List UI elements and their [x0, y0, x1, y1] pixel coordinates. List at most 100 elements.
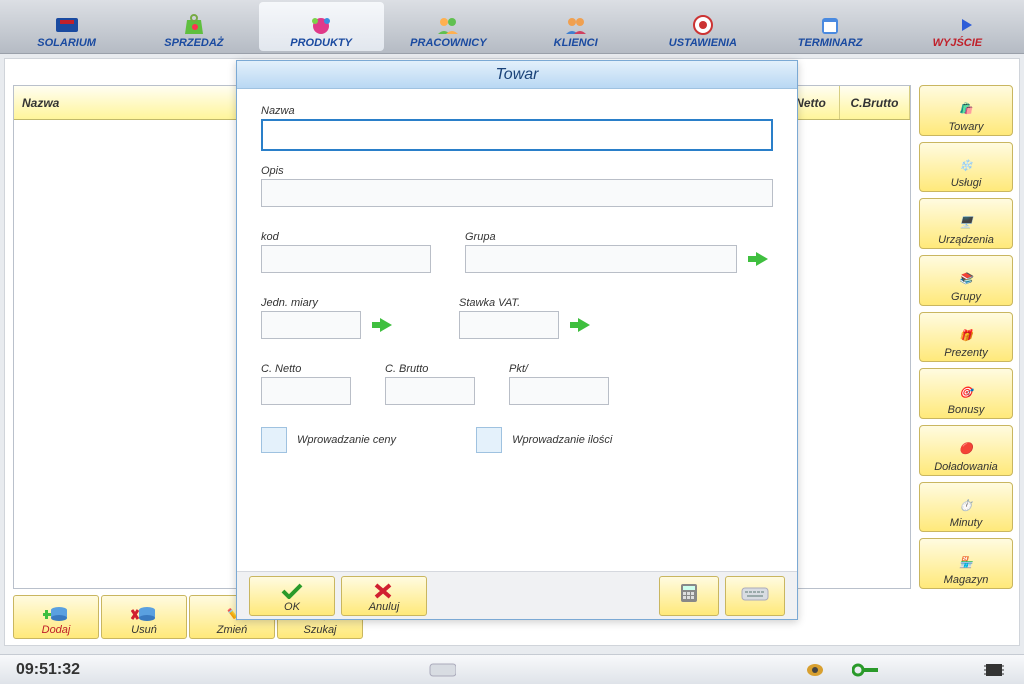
keyboard-icon [740, 584, 770, 607]
settings-icon [688, 13, 718, 37]
towar-dialog: Towar Nazwa Opis kod Grupa Jedn. miary [236, 60, 798, 620]
nav-label: SPRZEDAŻ [164, 37, 223, 49]
products-icon [306, 13, 336, 37]
cross-icon [373, 583, 395, 601]
dialog-body: Nazwa Opis kod Grupa Jedn. miary [237, 89, 797, 453]
th-cbrutto[interactable]: C.Brutto [840, 86, 910, 119]
nav-sprzedaz[interactable]: SPRZEDAŻ [131, 2, 256, 51]
btn-label: Szukaj [303, 624, 336, 636]
jedn-label: Jedn. miary [261, 297, 401, 309]
ilosc-check-label: Wprowadzanie ilości [512, 434, 612, 446]
top-nav: SOLARIUM SPRZEDAŻ PRODUKTY PRACOWNICY KL… [0, 0, 1024, 54]
exit-arrow-icon [942, 13, 972, 37]
nav-label: KLIENCI [554, 37, 598, 49]
dodaj-button[interactable]: Dodaj [13, 595, 99, 639]
clock: 09:51:32 [16, 661, 80, 679]
calculator-icon [677, 582, 701, 609]
keyboard-button[interactable] [725, 576, 785, 616]
nav-label: PRODUKTY [290, 37, 352, 49]
side-urzadzenia[interactable]: 🖥️Urządzenia [919, 198, 1013, 249]
cena-checkbox[interactable] [261, 427, 287, 453]
nav-label: PRACOWNICY [410, 37, 486, 49]
nav-solarium[interactable]: SOLARIUM [4, 2, 129, 51]
side-label: Magazyn [944, 574, 989, 586]
goods-icon: 🛍️ [952, 97, 980, 121]
solarium-icon [52, 13, 82, 37]
side-label: Towary [948, 121, 983, 133]
pkt-label: Pkt/ [509, 363, 609, 375]
warehouse-icon: 🏪 [952, 550, 980, 574]
device-status-icon [804, 660, 832, 680]
nav-label: SOLARIUM [37, 37, 96, 49]
cnetto-field[interactable] [261, 377, 351, 405]
vat-picker-button[interactable] [565, 312, 595, 338]
btn-label: Dodaj [42, 624, 71, 636]
nazwa-field[interactable] [261, 119, 773, 151]
calculator-button[interactable] [659, 576, 719, 616]
nazwa-label: Nazwa [261, 105, 773, 117]
nav-label: TERMINARZ [798, 37, 863, 49]
side-label: Minuty [950, 517, 982, 529]
chip-icon [980, 660, 1008, 680]
vat-label: Stawka VAT. [459, 297, 629, 309]
key-icon [852, 660, 880, 680]
nav-klienci[interactable]: KLIENCI [513, 2, 638, 51]
jedn-field[interactable] [261, 311, 361, 339]
side-uslugi[interactable]: ❄️Usługi [919, 142, 1013, 193]
grupa-field[interactable] [465, 245, 737, 273]
side-label: Prezenty [944, 347, 987, 359]
side-label: Bonusy [948, 404, 985, 416]
nav-label: WYJŚCIE [933, 37, 983, 49]
nav-pracownicy[interactable]: PRACOWNICY [386, 2, 511, 51]
status-bar: 09:51:32 [0, 654, 1024, 684]
pkt-field[interactable] [509, 377, 609, 405]
side-bonusy[interactable]: 🎯Bonusy [919, 368, 1013, 419]
side-label: Urządzenia [938, 234, 994, 246]
add-db-icon [43, 604, 69, 624]
clients-icon [561, 13, 591, 37]
anuluj-button[interactable]: Anuluj [341, 576, 427, 616]
side-label: Usługi [951, 177, 982, 189]
btn-label: Zmień [217, 624, 248, 636]
kod-label: kod [261, 231, 431, 243]
calendar-icon [815, 13, 845, 37]
cnetto-label: C. Netto [261, 363, 351, 375]
minutes-icon: ⏱️ [952, 493, 980, 517]
grupa-label: Grupa [465, 231, 773, 243]
nav-wyjscie[interactable]: WYJŚCIE [895, 2, 1020, 51]
opis-field[interactable] [261, 179, 773, 207]
employees-icon [433, 13, 463, 37]
ok-button[interactable]: OK [249, 576, 335, 616]
jedn-picker-button[interactable] [367, 312, 397, 338]
side-magazyn[interactable]: 🏪Magazyn [919, 538, 1013, 589]
side-minuty[interactable]: ⏱️Minuty [919, 482, 1013, 533]
btn-label: Usuń [131, 624, 157, 636]
usun-button[interactable]: Usuń [101, 595, 187, 639]
kod-field[interactable] [261, 245, 431, 273]
devices-icon: 🖥️ [952, 210, 980, 234]
ilosc-checkbox[interactable] [476, 427, 502, 453]
bag-icon [179, 13, 209, 37]
nav-terminarz[interactable]: TERMINARZ [768, 2, 893, 51]
cbrutto-field[interactable] [385, 377, 475, 405]
nav-produkty[interactable]: PRODUKTY [259, 2, 384, 51]
nav-label: USTAWIENIA [669, 37, 737, 49]
side-grupy[interactable]: 📚Grupy [919, 255, 1013, 306]
grupa-picker-button[interactable] [743, 246, 773, 272]
side-label: Grupy [951, 291, 981, 303]
dialog-footer: OK Anuluj [237, 571, 797, 619]
keyboard-icon[interactable] [428, 660, 456, 680]
side-towary[interactable]: 🛍️Towary [919, 85, 1013, 136]
dialog-title: Towar [237, 61, 797, 89]
groups-icon: 📚 [952, 267, 980, 291]
opis-label: Opis [261, 165, 773, 177]
check-icon [281, 583, 303, 601]
side-doladowania[interactable]: 🔴Doładowania [919, 425, 1013, 476]
side-prezenty[interactable]: 🎁Prezenty [919, 312, 1013, 363]
btn-label: Anuluj [369, 601, 400, 613]
bonus-icon: 🎯 [952, 380, 980, 404]
vat-field[interactable] [459, 311, 559, 339]
right-sidebar: 🛍️Towary ❄️Usługi 🖥️Urządzenia 📚Grupy 🎁P… [919, 85, 1013, 589]
nav-ustawienia[interactable]: USTAWIENIA [640, 2, 765, 51]
cbrutto-label: C. Brutto [385, 363, 475, 375]
